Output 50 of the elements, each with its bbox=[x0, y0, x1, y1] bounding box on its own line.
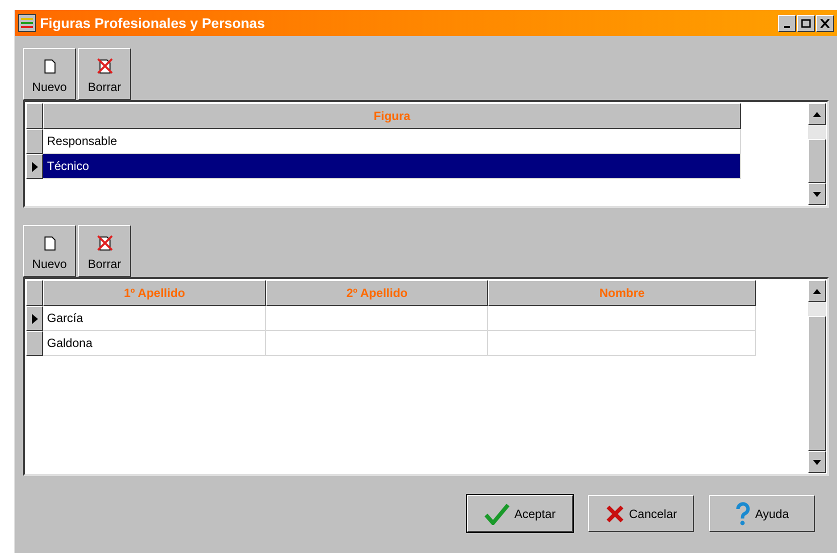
down-arrow-icon bbox=[813, 192, 821, 196]
down-arrow-icon bbox=[813, 460, 821, 464]
cross-icon bbox=[604, 504, 625, 524]
table-cell[interactable] bbox=[488, 306, 756, 331]
delete-document-icon bbox=[96, 58, 112, 74]
close-button[interactable] bbox=[816, 14, 834, 32]
scrollbar[interactable] bbox=[808, 103, 826, 205]
row-indicator[interactable] bbox=[26, 331, 43, 356]
checkmark-icon bbox=[484, 502, 510, 524]
delete-button[interactable]: Borrar bbox=[78, 48, 131, 100]
current-row-icon bbox=[32, 162, 38, 172]
row-header-corner bbox=[26, 103, 43, 129]
table-cell[interactable] bbox=[266, 306, 488, 331]
scrollbar[interactable] bbox=[808, 280, 826, 473]
new-button[interactable]: Nuevo bbox=[23, 225, 76, 277]
scroll-up-button[interactable] bbox=[808, 280, 826, 302]
table-cell[interactable]: Galdona bbox=[43, 331, 266, 356]
maximize-button[interactable] bbox=[797, 14, 815, 32]
scroll-down-button[interactable] bbox=[808, 183, 826, 205]
table-cell[interactable]: Responsable bbox=[43, 129, 741, 154]
table-cell[interactable]: Técnico bbox=[43, 154, 741, 179]
new-button[interactable]: Nuevo bbox=[23, 48, 76, 100]
cancel-button[interactable]: Cancelar bbox=[588, 495, 694, 532]
table-cell[interactable]: García bbox=[43, 306, 266, 331]
row-header-corner bbox=[26, 280, 43, 306]
table-cell[interactable] bbox=[488, 331, 756, 356]
scroll-thumb[interactable] bbox=[808, 139, 826, 183]
window-title: Figuras Profesionales y Personas bbox=[40, 14, 266, 33]
maximize-icon bbox=[801, 18, 811, 28]
minimize-button[interactable] bbox=[778, 14, 796, 32]
minimize-icon bbox=[784, 26, 790, 28]
document-icon bbox=[44, 236, 56, 251]
row-indicator[interactable] bbox=[26, 306, 43, 331]
delete-button[interactable]: Borrar bbox=[78, 225, 131, 277]
delete-document-icon bbox=[96, 235, 112, 251]
help-button[interactable]: Ayuda bbox=[709, 495, 815, 532]
row-indicator[interactable] bbox=[26, 154, 43, 179]
accept-button[interactable]: Aceptar bbox=[467, 495, 573, 532]
scroll-thumb[interactable] bbox=[808, 316, 826, 451]
current-row-icon bbox=[32, 314, 38, 324]
row-indicator[interactable] bbox=[26, 129, 43, 154]
scroll-down-button[interactable] bbox=[808, 451, 826, 473]
close-icon bbox=[820, 18, 830, 28]
document-icon bbox=[44, 59, 56, 74]
table-cell[interactable] bbox=[266, 331, 488, 356]
scroll-up-button[interactable] bbox=[808, 103, 826, 125]
up-arrow-icon bbox=[813, 112, 821, 116]
app-icon bbox=[18, 14, 36, 32]
question-mark-icon bbox=[735, 502, 752, 526]
up-arrow-icon bbox=[813, 288, 821, 294]
